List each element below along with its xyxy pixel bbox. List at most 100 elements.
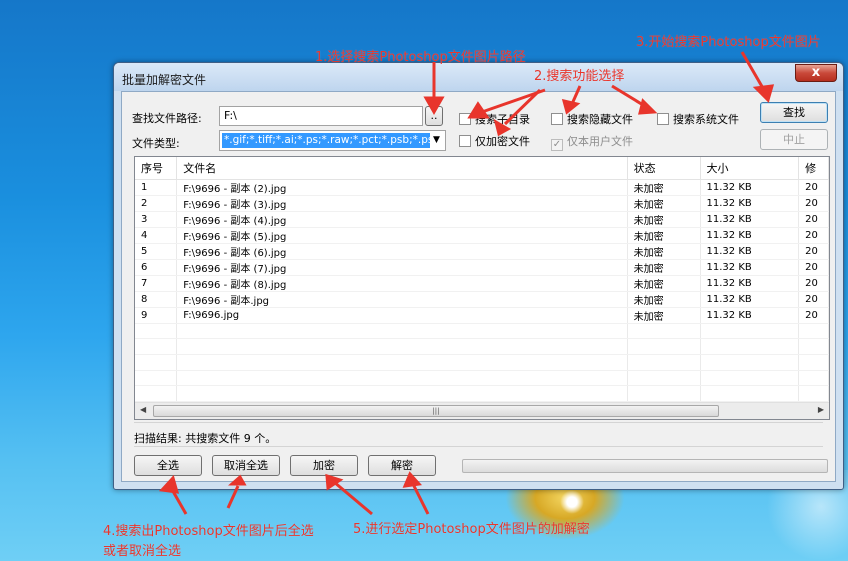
close-button[interactable]: x: [795, 64, 837, 82]
empty-cell: [135, 370, 178, 387]
close-icon: x: [811, 65, 821, 80]
table-header: 序号 文件名 状态 大小 修: [135, 157, 829, 180]
annotation-step-2: 2.搜索功能选择: [534, 69, 625, 84]
search-hidden-checkbox[interactable]: 搜索隐藏文件: [551, 111, 633, 127]
browse-button[interactable]: ..: [425, 106, 443, 126]
encrypted-only-checkbox[interactable]: 仅加密文件: [459, 133, 530, 149]
row-size: 11.32 KB: [700, 195, 800, 212]
row-size: 11.32 KB: [700, 259, 800, 276]
row-modified: 20: [798, 227, 829, 244]
table-row[interactable]: 2 F:\9696 - 副本 (3).jpg 未加密 11.32 KB 20: [135, 195, 829, 212]
search-subdirs-checkbox[interactable]: 搜索子目录: [459, 111, 530, 127]
row-modified: 20: [798, 275, 829, 292]
column-header-status[interactable]: 状态: [627, 157, 701, 180]
row-size: 11.32 KB: [700, 227, 800, 244]
empty-cell: [798, 323, 829, 340]
row-index: 2: [135, 195, 178, 212]
scroll-right-icon[interactable]: ▶: [818, 405, 824, 414]
table-row-empty: [135, 338, 829, 355]
scrollbar-thumb[interactable]: |||: [153, 405, 719, 417]
column-header-modified[interactable]: 修: [798, 157, 829, 180]
file-type-value: *.gif;*.tiff;*.ai;*.ps;*.raw;*.pct;*.psb…: [222, 133, 430, 148]
row-status: 未加密: [627, 227, 701, 244]
table-row[interactable]: 8 F:\9696 - 副本.jpg 未加密 11.32 KB 20: [135, 291, 829, 308]
checkbox-box[interactable]: [459, 135, 471, 147]
row-filename: F:\9696 - 副本 (2).jpg: [176, 179, 628, 196]
row-size: 11.32 KB: [700, 243, 800, 260]
search-hidden-label: 搜索隐藏文件: [567, 113, 633, 126]
table-row-empty: [135, 385, 829, 402]
file-type-select[interactable]: *.gif;*.tiff;*.ai;*.ps;*.raw;*.pct;*.psb…: [219, 130, 446, 151]
checkbox-box[interactable]: [657, 113, 669, 125]
checkbox-box[interactable]: [459, 113, 471, 125]
column-header-filename[interactable]: 文件名: [176, 157, 628, 180]
row-status: 未加密: [627, 291, 701, 308]
table-row[interactable]: 5 F:\9696 - 副本 (6).jpg 未加密 11.32 KB 20: [135, 243, 829, 260]
divider: [134, 422, 823, 423]
empty-cell: [135, 354, 178, 371]
row-index: 3: [135, 211, 178, 228]
empty-cell: [627, 370, 701, 387]
row-index: 8: [135, 291, 178, 308]
empty-cell: [798, 338, 829, 355]
desktop-flower-center: [560, 490, 584, 514]
row-modified: 20: [798, 211, 829, 228]
checkbox-box[interactable]: [551, 113, 563, 125]
row-index: 5: [135, 243, 178, 260]
encrypted-only-label: 仅加密文件: [475, 135, 530, 148]
empty-cell: [176, 323, 628, 340]
empty-cell: [176, 385, 628, 402]
search-system-checkbox[interactable]: 搜索系统文件: [657, 111, 739, 127]
chevron-down-icon[interactable]: ▼: [428, 131, 445, 150]
arrow-line: [168, 485, 188, 515]
row-status: 未加密: [627, 275, 701, 292]
file-list[interactable]: 序号 文件名 状态 大小 修 1 F:\9696 - 副本 (2).jpg 未加密 1…: [134, 156, 830, 420]
row-size: 11.32 KB: [700, 275, 800, 292]
column-header-size[interactable]: 大小: [700, 157, 800, 180]
empty-cell: [798, 354, 829, 371]
annotation-step-3: 3.开始搜索Photoshop文件图片: [636, 35, 821, 50]
current-user-only-label: 仅本用户文件: [567, 135, 633, 148]
table-row-empty: [135, 323, 829, 340]
row-filename: F:\9696 - 副本 (7).jpg: [176, 259, 628, 276]
checkmark-icon: ✓: [551, 139, 563, 151]
annotation-step-5: 5.进行选定Photoshop文件图片的加解密: [353, 522, 590, 537]
row-filename: F:\9696 - 副本.jpg: [176, 291, 628, 308]
table-row[interactable]: 6 F:\9696 - 副本 (7).jpg 未加密 11.32 KB 20: [135, 259, 829, 276]
select-all-button[interactable]: 全选: [134, 455, 202, 476]
empty-cell: [176, 354, 628, 371]
scroll-left-icon[interactable]: ◀: [140, 405, 146, 414]
decrypt-button[interactable]: 解密: [368, 455, 436, 476]
row-filename: F:\9696 - 副本 (8).jpg: [176, 275, 628, 292]
empty-cell: [700, 354, 800, 371]
stop-button: 中止: [760, 129, 828, 150]
encrypt-button[interactable]: 加密: [290, 455, 358, 476]
empty-cell: [798, 385, 829, 402]
row-modified: 20: [798, 195, 829, 212]
search-system-label: 搜索系统文件: [673, 113, 739, 126]
row-status: 未加密: [627, 195, 701, 212]
path-input[interactable]: F:\: [219, 106, 423, 126]
table-row[interactable]: 4 F:\9696 - 副本 (5).jpg 未加密 11.32 KB 20: [135, 227, 829, 244]
row-filename: F:\9696.jpg: [176, 307, 628, 324]
row-status: 未加密: [627, 259, 701, 276]
table-row[interactable]: 9 F:\9696.jpg 未加密 11.32 KB 20: [135, 307, 829, 324]
empty-cell: [627, 354, 701, 371]
horizontal-scrollbar[interactable]: ◀ ||| ▶: [135, 402, 829, 419]
row-index: 7: [135, 275, 178, 292]
table-row[interactable]: 1 F:\9696 - 副本 (2).jpg 未加密 11.32 KB 20: [135, 179, 829, 196]
search-button[interactable]: 查找: [760, 102, 828, 123]
row-size: 11.32 KB: [700, 291, 800, 308]
row-status: 未加密: [627, 211, 701, 228]
empty-cell: [627, 338, 701, 355]
table-row[interactable]: 3 F:\9696 - 副本 (4).jpg 未加密 11.32 KB 20: [135, 211, 829, 228]
search-subdirs-label: 搜索子目录: [475, 113, 530, 126]
row-modified: 20: [798, 259, 829, 276]
column-header-index[interactable]: 序号: [135, 157, 178, 180]
empty-cell: [627, 385, 701, 402]
title-bar[interactable]: 批量加解密文件 x: [114, 63, 843, 91]
deselect-all-button[interactable]: 取消全选: [212, 455, 280, 476]
table-row[interactable]: 7 F:\9696 - 副本 (8).jpg 未加密 11.32 KB 20: [135, 275, 829, 292]
empty-cell: [700, 323, 800, 340]
row-modified: 20: [798, 291, 829, 308]
